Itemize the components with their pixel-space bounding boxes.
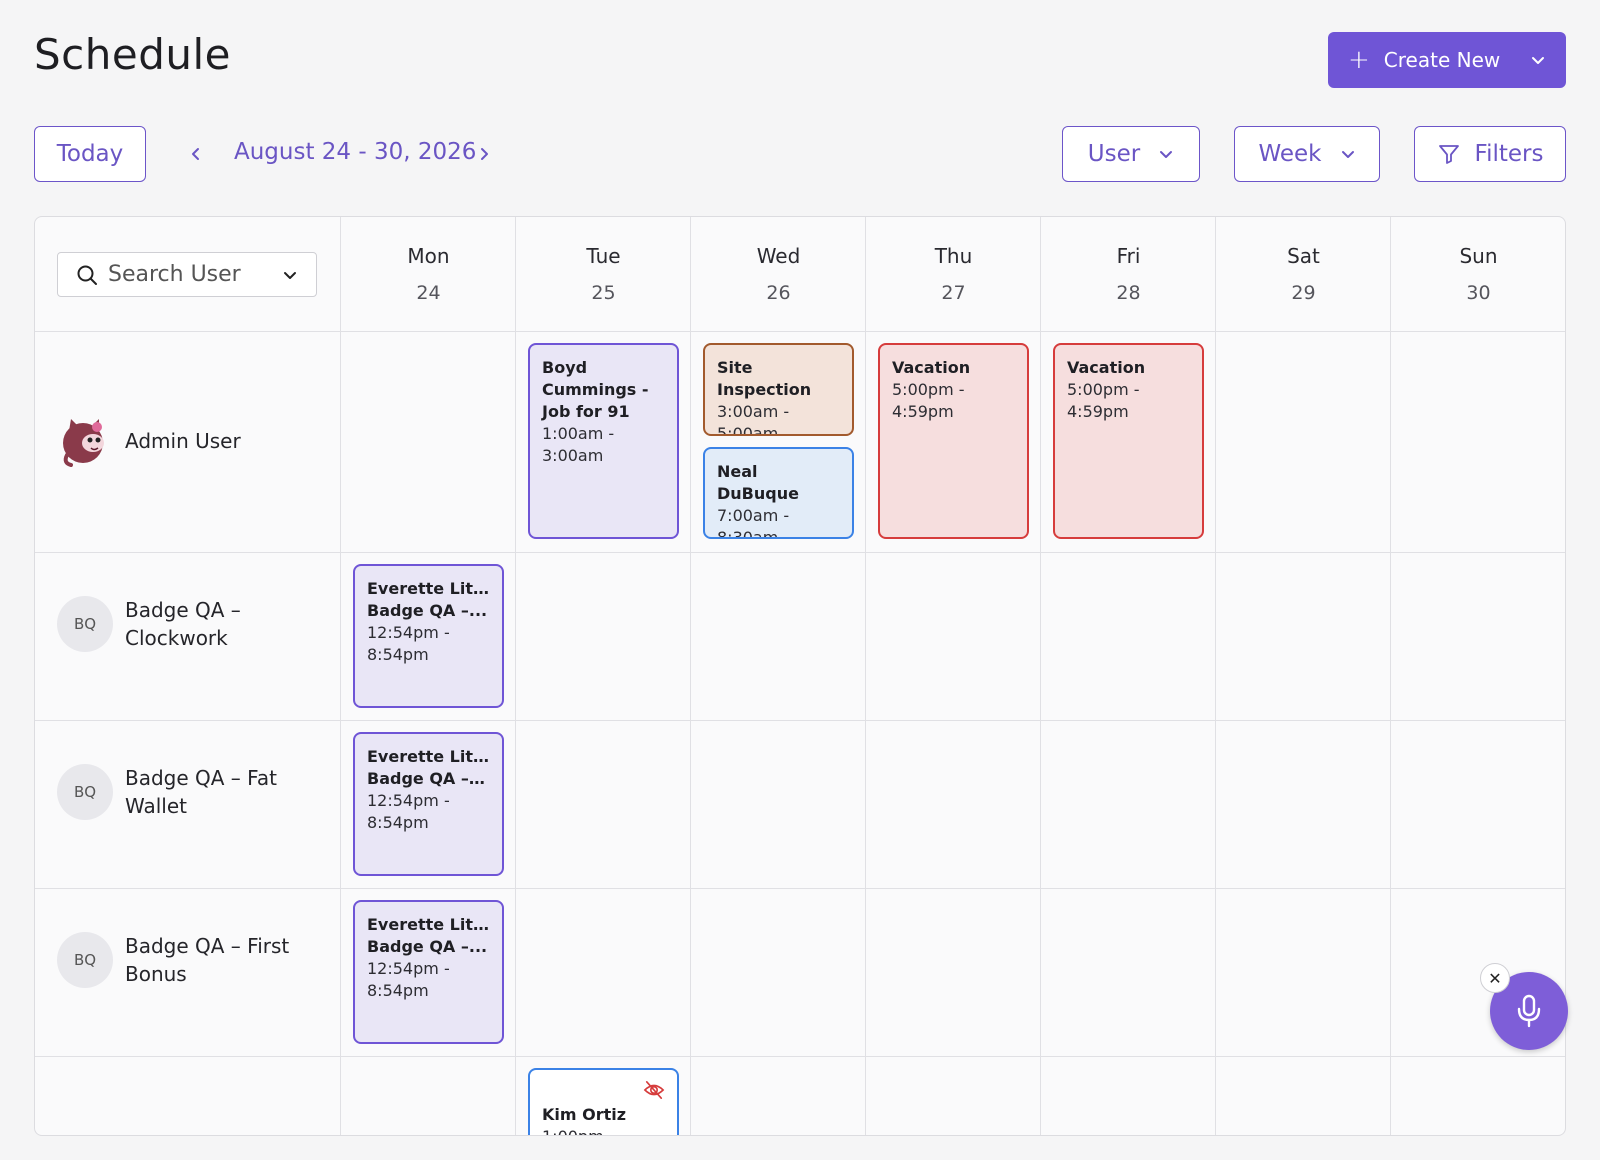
event-vacation-thu[interactable]: Vacation 5:00pm - 4:59pm xyxy=(878,343,1029,539)
user-name: Badge QA – Fat Wallet xyxy=(125,766,277,818)
avatar: BQ xyxy=(57,596,113,652)
chevron-down-icon xyxy=(1341,151,1354,158)
user-view-label: User xyxy=(1087,141,1141,167)
event-time: 5:00pm - 4:59pm xyxy=(892,380,965,421)
event-title: Everette Littel - xyxy=(367,915,490,934)
chevron-left-icon xyxy=(192,148,199,160)
event-title: Vacation xyxy=(892,358,971,377)
page-title: Schedule xyxy=(34,30,231,79)
create-new-label: Create New xyxy=(1383,48,1501,72)
event-title: Vacation xyxy=(1067,358,1146,377)
user-row-badge-first-bonus[interactable]: BQ Badge QA – First Bonus xyxy=(57,932,327,988)
day-name: Sun xyxy=(1459,244,1498,268)
search-icon xyxy=(77,265,97,285)
microphone-icon xyxy=(1517,994,1541,1028)
user-view-select[interactable]: User xyxy=(1062,126,1200,182)
day-header-wed: Wed 26 xyxy=(691,217,866,331)
filter-icon xyxy=(1438,145,1459,164)
event-time: 12:54pm - 8:54pm xyxy=(367,959,450,1000)
search-user-select[interactable]: Search User xyxy=(57,252,317,297)
event-title: Everette Littel - xyxy=(367,747,490,766)
close-voice-button[interactable]: ✕ xyxy=(1480,963,1510,993)
filters-button[interactable]: Filters xyxy=(1414,126,1566,182)
prev-week-button[interactable] xyxy=(178,136,214,172)
avatar: BQ xyxy=(57,764,113,820)
event-title-cont: Badge QA – F... xyxy=(367,769,490,788)
event-title: Site Inspection xyxy=(717,358,812,399)
next-week-button[interactable] xyxy=(466,136,502,172)
event-time: 12:54pm - 8:54pm xyxy=(367,791,450,832)
day-header-fri: Fri 28 xyxy=(1041,217,1216,331)
day-number: 29 xyxy=(1291,282,1316,304)
day-header-mon: Mon 24 xyxy=(341,217,516,331)
day-name: Tue xyxy=(586,244,621,268)
day-name: Wed xyxy=(756,244,801,268)
event-time: 1:00pm - xyxy=(542,1126,665,1135)
create-new-button[interactable]: + Create New xyxy=(1328,32,1566,88)
eye-off-icon xyxy=(643,1081,665,1099)
event-title: Everette Littel - xyxy=(367,579,490,598)
day-name: Sat xyxy=(1287,244,1320,268)
event-time: 12:54pm - 8:54pm xyxy=(367,623,450,664)
day-header-thu: Thu 27 xyxy=(866,217,1041,331)
event-time: 3:00am - 5:00am xyxy=(717,402,790,436)
chevron-down-icon xyxy=(1532,57,1544,64)
event-site-inspection[interactable]: Site Inspection 3:00am - 5:00am xyxy=(703,343,854,436)
event-everette-fat-wallet[interactable]: Everette Littel - Badge QA – F... 12:54p… xyxy=(353,732,504,876)
event-title: Boyd Cummings - Job for 91 xyxy=(542,358,649,421)
user-name: Badge QA – Clockwork xyxy=(125,598,241,650)
day-name: Mon xyxy=(407,244,450,268)
schedule-grid: Search User Mon 24 Tue 25 Wed 26 Thu 27 … xyxy=(34,216,1566,1136)
plus-icon: + xyxy=(1348,45,1370,75)
search-user-placeholder: Search User xyxy=(108,262,241,287)
day-header-sun: Sun 30 xyxy=(1391,217,1565,331)
event-kim-ortiz[interactable]: Kim Ortiz 1:00pm - xyxy=(528,1068,679,1135)
event-everette-first-bonus[interactable]: Everette Littel - Badge QA –... 12:54pm … xyxy=(353,900,504,1044)
event-time: 1:00am - 3:00am xyxy=(542,424,615,465)
today-button[interactable]: Today xyxy=(34,126,146,182)
day-number: 28 xyxy=(1116,282,1141,304)
week-view-label: Week xyxy=(1258,141,1322,167)
event-boyd-cummings[interactable]: Boyd Cummings - Job for 91 1:00am - 3:00… xyxy=(528,343,679,539)
filters-label: Filters xyxy=(1474,141,1544,167)
user-name: Badge QA – First Bonus xyxy=(125,934,290,986)
day-name: Fri xyxy=(1116,244,1141,268)
date-range: August 24 - 30, 2026 xyxy=(234,139,477,165)
event-title-cont: Badge QA –... xyxy=(367,601,488,620)
day-header-tue: Tue 25 xyxy=(516,217,691,331)
day-header-sat: Sat 29 xyxy=(1216,217,1391,331)
event-everette-clockwork[interactable]: Everette Littel - Badge QA –... 12:54pm … xyxy=(353,564,504,708)
today-label: Today xyxy=(56,141,124,167)
avatar: BQ xyxy=(57,932,113,988)
user-row-badge-clockwork[interactable]: BQ Badge QA – Clockwork xyxy=(57,596,327,652)
avatar xyxy=(57,413,113,469)
user-name: Admin User xyxy=(125,429,241,453)
event-title: Neal DuBuque xyxy=(717,462,799,503)
user-row-admin[interactable]: Admin User xyxy=(57,413,327,469)
cat-avatar-icon xyxy=(63,419,104,467)
day-number: 25 xyxy=(591,282,616,304)
event-neal-dubuque[interactable]: Neal DuBuque 7:00am - 8:30am xyxy=(703,447,854,539)
chevron-down-icon xyxy=(1160,151,1173,158)
event-time: 7:00am - 8:30am xyxy=(717,506,790,539)
user-row-badge-fat-wallet[interactable]: BQ Badge QA – Fat Wallet xyxy=(57,764,327,820)
day-number: 30 xyxy=(1466,282,1491,304)
chevron-right-icon xyxy=(481,148,488,160)
chevron-down-icon xyxy=(284,271,296,279)
day-name: Thu xyxy=(934,244,973,268)
day-number: 27 xyxy=(941,282,966,304)
day-number: 24 xyxy=(416,282,441,304)
event-time: 5:00pm - 4:59pm xyxy=(1067,380,1140,421)
close-icon: ✕ xyxy=(1488,968,1502,988)
day-number: 26 xyxy=(766,282,791,304)
event-vacation-fri[interactable]: Vacation 5:00pm - 4:59pm xyxy=(1053,343,1204,539)
week-view-select[interactable]: Week xyxy=(1234,126,1380,182)
event-title: Kim Ortiz xyxy=(542,1105,627,1124)
event-title-cont: Badge QA –... xyxy=(367,937,488,956)
